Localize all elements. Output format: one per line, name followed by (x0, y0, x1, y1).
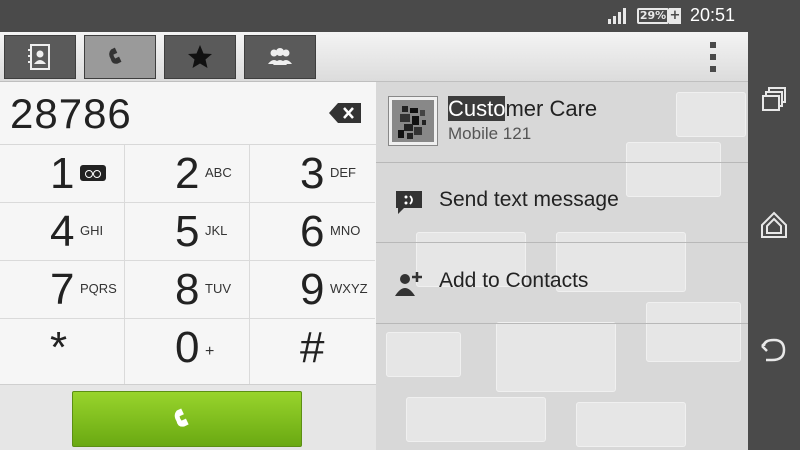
add-to-contacts-action[interactable]: Add to Contacts (376, 253, 748, 313)
key-letters: WXYZ (330, 281, 368, 296)
key-digit: 3 (300, 149, 325, 198)
key-5[interactable]: 5 JKL (125, 203, 250, 261)
send-text-message-label: Send text message (439, 188, 619, 211)
dialpad-keys: 1 2 ABC 3 DEF 4 GHI 5 JKL 6 MNO 7 PQRS 8… (0, 144, 376, 385)
key-digit: 4 (50, 207, 75, 256)
key-digit: 8 (175, 265, 200, 314)
call-area (0, 384, 376, 450)
key-6[interactable]: 6 MNO (250, 203, 375, 261)
key-digit: 1 (50, 149, 75, 198)
key-1[interactable]: 1 (0, 145, 125, 203)
divider (376, 162, 748, 163)
clock: 20:51 (690, 5, 736, 25)
key-digit: * (50, 323, 68, 372)
battery-percent: 29% (639, 9, 667, 22)
key-letters: ABC (205, 165, 232, 180)
key-digit: 0 (175, 323, 200, 372)
phone-icon (174, 408, 189, 427)
key-digit: 6 (300, 207, 325, 256)
recent-apps-icon[interactable] (760, 86, 788, 114)
tab-bar (0, 32, 748, 82)
message-icon (396, 191, 422, 214)
contact-number-type: Mobile 121 (448, 124, 532, 143)
tab-contacts[interactable] (4, 35, 76, 79)
key-digit: 9 (300, 265, 325, 314)
call-button[interactable] (72, 391, 302, 447)
add-contact-icon (395, 272, 422, 296)
star-icon (188, 45, 212, 68)
background-tile (576, 402, 686, 447)
tab-favorites[interactable] (164, 35, 236, 79)
contact-photo-icon (392, 100, 434, 142)
background-tile (406, 397, 546, 442)
phone-icon (109, 47, 122, 64)
status-bar: 29% + 20:51 (0, 0, 748, 32)
key-4[interactable]: 4 GHI (0, 203, 125, 261)
background-tile (496, 322, 616, 392)
background-tile (386, 332, 461, 377)
key-7[interactable]: 7 PQRS (0, 261, 125, 319)
contact-name-rest: mer Care (505, 96, 598, 121)
tab-groups[interactable] (244, 35, 316, 79)
key-digit: 7 (50, 265, 75, 314)
avatar (388, 96, 438, 146)
key-letters: + (205, 343, 215, 360)
overflow-menu-icon[interactable] (705, 42, 721, 72)
divider (376, 323, 748, 324)
tab-phone[interactable] (84, 35, 156, 79)
navigation-bar (748, 0, 800, 450)
backspace-icon[interactable] (328, 102, 362, 124)
background-tile (676, 92, 746, 137)
voicemail-icon (80, 165, 106, 181)
dialpad-panel: 28786 1 2 ABC 3 DEF 4 GHI 5 JKL 6 MNO 7 … (0, 82, 376, 450)
charging-icon: + (669, 8, 681, 24)
key-digit: 5 (175, 207, 200, 256)
key-letters: MNO (330, 223, 361, 238)
home-icon[interactable] (760, 211, 788, 239)
contact-panel: Customer Care Mobile 121 Send text messa… (376, 82, 748, 450)
key-digit: # (300, 323, 325, 372)
key-letters: DEF (330, 165, 356, 180)
battery-icon: 29% (637, 8, 672, 24)
key-8[interactable]: 8 TUV (125, 261, 250, 319)
key-letters: JKL (205, 223, 228, 238)
key-star[interactable]: * (0, 319, 125, 385)
signal-icon (608, 8, 628, 24)
key-letters: PQRS (80, 281, 117, 296)
key-digit: 2 (175, 149, 200, 198)
key-9[interactable]: 9 WXYZ (250, 261, 375, 319)
key-hash[interactable]: # (250, 319, 375, 385)
groups-icon (268, 48, 292, 65)
contact-name: Customer Care (448, 96, 597, 122)
dialed-number[interactable]: 28786 (10, 90, 132, 138)
key-letters: GHI (80, 223, 104, 238)
search-match-highlight: Custo (448, 96, 506, 121)
key-letters: TUV (205, 281, 231, 296)
key-2[interactable]: 2 ABC (125, 145, 250, 203)
send-text-message-action[interactable]: Send text message (376, 172, 748, 232)
add-to-contacts-label: Add to Contacts (439, 269, 589, 292)
contacts-book-icon (28, 44, 50, 70)
back-icon[interactable] (760, 336, 788, 364)
key-0[interactable]: 0 + (125, 319, 250, 385)
key-3[interactable]: 3 DEF (250, 145, 375, 203)
phone-screen: 29% + 20:51 28786 1 2 ABC 3 DEF 4 GHI 5 … (0, 0, 800, 450)
divider (376, 242, 748, 243)
